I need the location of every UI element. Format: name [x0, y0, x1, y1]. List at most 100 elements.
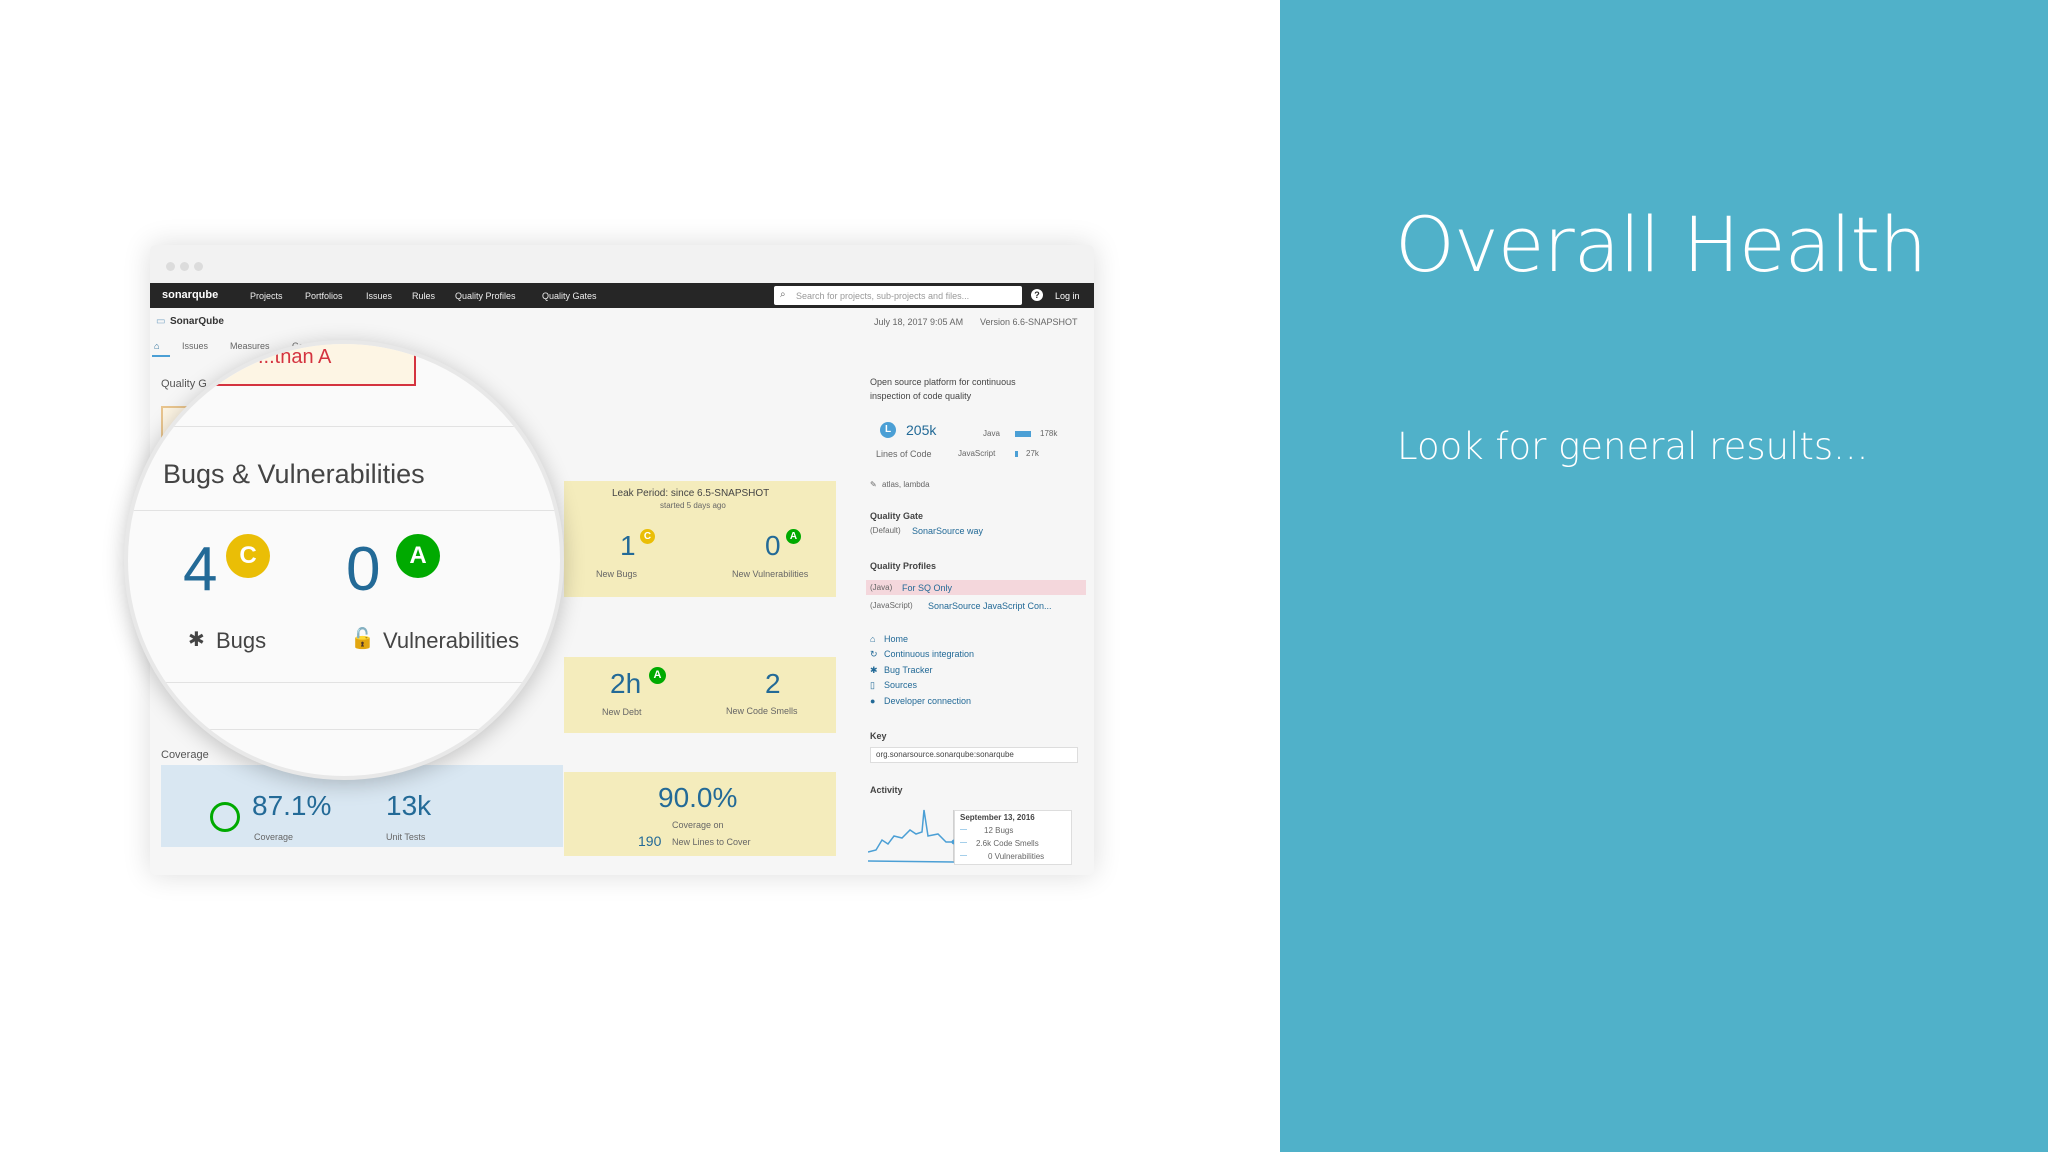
sources-icon: ▯: [870, 680, 875, 690]
bugs-count[interactable]: 4: [183, 534, 217, 605]
key-heading: Key: [870, 731, 887, 741]
coverage-donut: [210, 802, 240, 832]
slide-subtitle: Look for general results...: [1397, 425, 1869, 468]
slide-title: Overall Health: [1395, 200, 1927, 289]
project-key-value: org.sonarsource.sonarqube:sonarqube: [876, 750, 1014, 759]
profile-warning-highlight: [866, 580, 1086, 595]
ci-link-icon: ↻: [870, 649, 878, 659]
new-code-smells-count[interactable]: 2: [765, 668, 781, 700]
leak-period-debt-panel: [564, 657, 836, 733]
new-vulnerabilities-label: New Vulnerabilities: [732, 569, 809, 579]
lang-js-label: JavaScript: [958, 449, 996, 458]
new-bugs-rating: C: [640, 529, 655, 544]
vulnerabilities-label: Vulnerabilities: [383, 628, 520, 653]
browser-chrome: [150, 245, 1094, 283]
new-debt-rating: A: [649, 667, 666, 684]
quality-gate-default: (Default): [870, 526, 901, 535]
quality-gate-link[interactable]: SonarSource way: [912, 526, 983, 536]
quality-gate-heading: Quality Gate: [870, 511, 924, 521]
new-vulnerabilities-rating: A: [786, 529, 801, 544]
quality-gate-condition: ...than A: [258, 346, 332, 368]
top-navbar: sonarqube Projects Portfolios Issues Rul…: [150, 283, 1094, 308]
link-home[interactable]: Home: [884, 634, 908, 644]
divider: [128, 510, 560, 511]
profile1-link[interactable]: For SQ Only: [902, 583, 952, 593]
search-icon: ⌕: [780, 289, 786, 300]
profile2-language: (JavaScript): [870, 601, 913, 610]
bug-icon: ✱: [188, 629, 205, 651]
project-version: Version 6.6-SNAPSHOT: [980, 317, 1078, 327]
nav-portfolios[interactable]: Portfolios: [305, 291, 343, 301]
project-icon: ▭: [156, 316, 166, 327]
lang-java-value: 178k: [1040, 429, 1058, 438]
tooltip-legend-dash: —: [960, 826, 967, 833]
bugs-label: Bugs: [216, 628, 267, 653]
project-name[interactable]: SonarQube: [170, 316, 224, 327]
new-debt-label: New Debt: [602, 707, 642, 717]
new-lines-label: New Lines to Cover: [672, 837, 751, 847]
new-bugs-label: New Bugs: [596, 569, 638, 579]
lang-js-value: 27k: [1026, 449, 1039, 458]
magnifier-callout: ...than A Bugs & Vulnerabilities 4 C 0 A…: [124, 340, 564, 780]
home-link-icon: ⌂: [870, 634, 876, 644]
coverage-value[interactable]: 87.1%: [252, 790, 331, 822]
new-coverage-value[interactable]: 90.0%: [658, 782, 737, 814]
analysis-date: July 18, 2017 9:05 AM: [874, 317, 964, 327]
tab-issues[interactable]: Issues: [182, 341, 208, 351]
login-link[interactable]: Log in: [1055, 291, 1080, 301]
help-icon[interactable]: ?: [1031, 289, 1043, 301]
link-continuous-integration[interactable]: Continuous integration: [884, 649, 974, 659]
link-bug-tracker[interactable]: Bug Tracker: [884, 665, 933, 675]
lang-java-bar: [1015, 431, 1031, 437]
new-vulnerabilities-count[interactable]: 0: [765, 530, 781, 562]
activity-heading: Activity: [870, 785, 903, 795]
quality-profiles-heading: Quality Profiles: [870, 561, 937, 571]
leak-period-subtitle: started 5 days ago: [660, 501, 726, 510]
divider: [128, 426, 560, 427]
nav-projects[interactable]: Projects: [250, 291, 283, 301]
nav-quality-gates[interactable]: Quality Gates: [542, 291, 597, 301]
lines-of-code-label: Lines of Code: [876, 449, 932, 459]
profile2-link[interactable]: SonarSource JavaScript Con...: [928, 601, 1052, 611]
project-description-line1: Open source platform for continuous: [870, 377, 1016, 387]
search-placeholder: Search for projects, sub-projects and fi…: [796, 291, 970, 301]
link-developer-connection[interactable]: Developer connection: [884, 696, 971, 706]
nav-rules[interactable]: Rules: [412, 291, 435, 301]
search-input[interactable]: ⌕ Search for projects, sub-projects and …: [774, 286, 1022, 305]
tooltip-legend-dash: —: [960, 852, 967, 859]
lock-icon: 🔓: [350, 628, 375, 650]
window-dot: [166, 262, 175, 271]
window-dot: [194, 262, 203, 271]
nav-quality-profiles[interactable]: Quality Profiles: [455, 291, 516, 301]
size-rating-badge: L: [880, 422, 896, 438]
vulnerabilities-rating-badge: A: [396, 534, 440, 578]
new-lines-count[interactable]: 190: [638, 833, 661, 849]
nav-issues[interactable]: Issues: [366, 291, 392, 301]
vulnerabilities-count[interactable]: 0: [346, 534, 380, 605]
project-tags[interactable]: atlas, lambda: [882, 480, 930, 489]
bug-tracker-icon: ✱: [870, 665, 878, 675]
tooltip-date: September 13, 2016: [960, 813, 1035, 822]
divider: [128, 682, 560, 683]
coverage-heading: Coverage: [161, 749, 209, 761]
divider: [128, 729, 560, 730]
tag-icon: ✎: [870, 480, 877, 489]
window-dot: [180, 262, 189, 271]
unit-tests-label: Unit Tests: [386, 832, 426, 842]
home-icon[interactable]: ⌂: [154, 341, 159, 351]
coverage-label: Coverage: [254, 832, 294, 842]
tooltip-vulnerabilities: 0 Vulnerabilities: [988, 852, 1045, 861]
quality-gate-failed-box: ...than A: [216, 344, 416, 386]
bugs-rating-badge: C: [226, 534, 270, 578]
sonarqube-logo[interactable]: sonarqube: [162, 289, 218, 301]
developer-connection-icon: ●: [870, 696, 876, 706]
lines-of-code-value[interactable]: 205k: [906, 422, 936, 438]
new-bugs-count[interactable]: 1: [620, 530, 636, 562]
tooltip-code-smells: 2.6k Code Smells: [976, 839, 1039, 848]
new-debt-value[interactable]: 2h: [610, 668, 641, 700]
tooltip-bugs: 12 Bugs: [984, 826, 1014, 835]
quality-gate-label: Quality G: [161, 378, 207, 390]
new-code-smells-label: New Code Smells: [726, 706, 798, 716]
link-sources[interactable]: Sources: [884, 680, 917, 690]
unit-tests-value[interactable]: 13k: [386, 790, 431, 822]
